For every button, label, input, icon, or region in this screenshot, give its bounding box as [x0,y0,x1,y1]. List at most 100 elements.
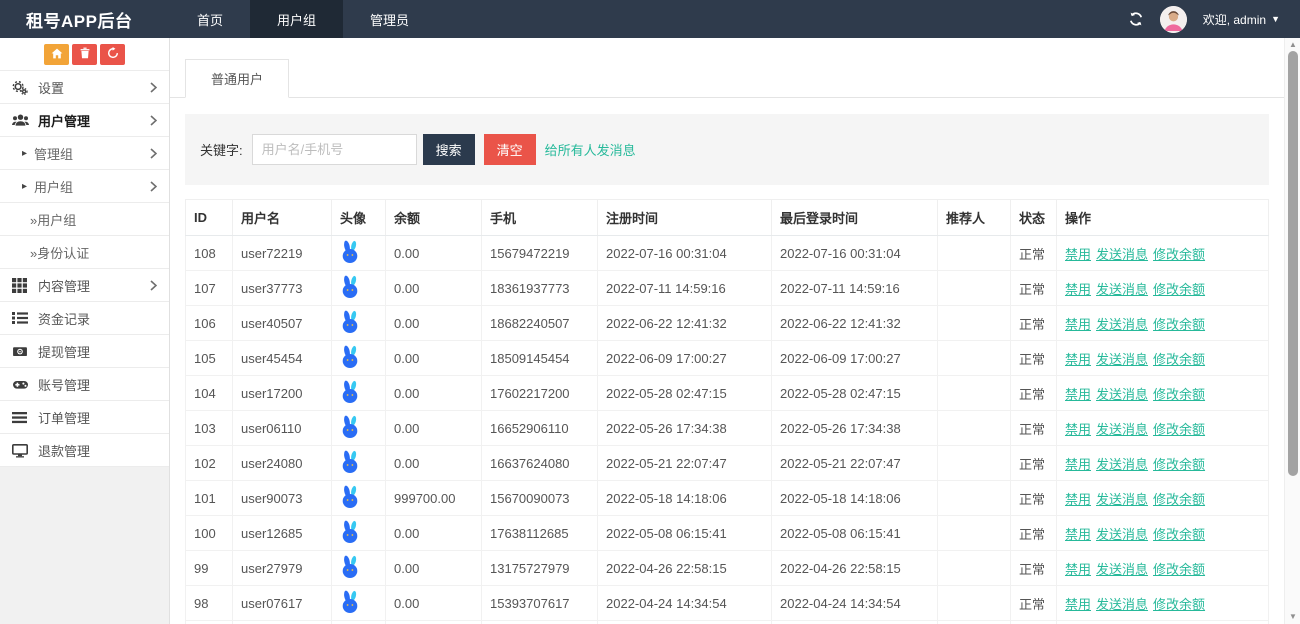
modify-balance-link[interactable]: 修改余额 [1153,457,1205,472]
sidebar-item-order-management[interactable]: 订单管理 [0,401,169,434]
disable-link[interactable]: 禁用 [1065,282,1091,297]
send-message-link[interactable]: 发送消息 [1096,457,1148,472]
referrer-cell [938,236,1011,271]
recycle-button[interactable] [100,44,125,65]
sidebar-item-admin-group[interactable]: ▸管理组 [0,137,169,170]
broadcast-message-link[interactable]: 给所有人发消息 [545,140,636,159]
sidebar-item-withdrawal-management[interactable]: 提现管理 [0,335,169,368]
phone-cell: 15393707617 [482,586,598,621]
status-cell: 正常 [1011,446,1057,481]
username-cell: user24080 [233,446,332,481]
disable-link[interactable]: 禁用 [1065,247,1091,262]
disable-link[interactable]: 禁用 [1065,597,1091,612]
id-cell: 106 [186,306,233,341]
search-button[interactable]: 搜索 [423,134,475,165]
modify-balance-link[interactable]: 修改余额 [1153,317,1205,332]
reg-time-cell: 2022-06-09 17:00:27 [598,341,772,376]
reg-time-cell: 2022-07-16 00:31:04 [598,236,772,271]
actions-cell: 禁用发送消息修改余额 [1057,411,1269,446]
trash-icon [79,47,91,62]
disable-link[interactable]: 禁用 [1065,562,1091,577]
bunny-avatar-icon [340,601,360,616]
username-cell: user72219 [233,236,332,271]
modify-balance-link[interactable]: 修改余额 [1153,562,1205,577]
modify-balance-link[interactable]: 修改余额 [1153,422,1205,437]
user-avatar[interactable] [1160,6,1187,33]
keyword-input[interactable] [252,134,417,165]
modify-balance-link[interactable]: 修改余额 [1153,492,1205,507]
last-login-cell: 2022-06-09 17:00:27 [772,341,938,376]
nav-tab-user-group[interactable]: 用户组 [250,0,343,38]
sidebar-item-funds-record[interactable]: 资金记录 [0,302,169,335]
send-message-link[interactable]: 发送消息 [1096,387,1148,402]
sidebar-item-settings[interactable]: 设置 [0,71,169,104]
home-button[interactable] [44,44,69,65]
column-header: 推荐人 [938,200,1011,236]
scrollbar-thumb[interactable] [1288,51,1298,476]
referrer-cell [938,481,1011,516]
referrer-cell [938,341,1011,376]
modify-balance-link[interactable]: 修改余额 [1153,352,1205,367]
status-cell: 正常 [1011,306,1057,341]
disable-link[interactable]: 禁用 [1065,527,1091,542]
modify-balance-link[interactable]: 修改余额 [1153,247,1205,262]
id-cell: 108 [186,236,233,271]
bunny-avatar-icon [340,321,360,336]
send-message-link[interactable]: 发送消息 [1096,282,1148,297]
top-navbar: 租号APP后台 首页 用户组 管理员 欢迎, admin ▼ [0,0,1300,38]
send-message-link[interactable]: 发送消息 [1096,492,1148,507]
avatar-cell [332,481,386,516]
disable-link[interactable]: 禁用 [1065,457,1091,472]
trash-button[interactable] [72,44,97,65]
disable-link[interactable]: 禁用 [1065,352,1091,367]
username-cell: user06110 [233,411,332,446]
money-icon [12,344,29,359]
refresh-icon[interactable] [1128,11,1144,27]
balance-cell: 0.00 [386,271,482,306]
table-row: 106user405070.00186822405072022-06-22 12… [186,306,1269,341]
brand-title[interactable]: 租号APP后台 [0,0,170,38]
phone-cell: 16637624080 [482,446,598,481]
nav-tab-admin[interactable]: 管理员 [343,0,436,38]
scroll-down-arrow[interactable]: ▼ [1285,610,1300,622]
sidebar-item-identity-auth[interactable]: »身份认证 [0,236,169,269]
recycle-icon [107,47,119,62]
tab-normal-users[interactable]: 普通用户 [185,59,289,98]
bars-icon [12,411,29,424]
username-cell: user27979 [233,551,332,586]
disable-link[interactable]: 禁用 [1065,422,1091,437]
balance-cell: 0.00 [386,551,482,586]
send-message-link[interactable]: 发送消息 [1096,597,1148,612]
send-message-link[interactable]: 发送消息 [1096,352,1148,367]
send-message-link[interactable]: 发送消息 [1096,527,1148,542]
scroll-up-arrow[interactable]: ▲ [1285,38,1300,50]
column-header: 注册时间 [598,200,772,236]
clear-button[interactable]: 清空 [484,134,536,165]
reg-time-cell: 2022-04-24 14:34:54 [598,586,772,621]
modify-balance-link[interactable]: 修改余额 [1153,597,1205,612]
reg-time-cell: 2022-04-26 22:58:15 [598,551,772,586]
disable-link[interactable]: 禁用 [1065,387,1091,402]
send-message-link[interactable]: 发送消息 [1096,247,1148,262]
sidebar-item-refund-management[interactable]: 退款管理 [0,434,169,467]
send-message-link[interactable]: 发送消息 [1096,422,1148,437]
sidebar-item-label: »身份认证 [30,243,89,262]
send-message-link[interactable]: 发送消息 [1096,562,1148,577]
reg-time-cell: 2022-05-08 06:15:41 [598,516,772,551]
nav-tab-home[interactable]: 首页 [170,0,250,38]
send-message-link[interactable]: 发送消息 [1096,317,1148,332]
sidebar-item-user-management[interactable]: 用户管理 [0,104,169,137]
username-cell: user17200 [233,376,332,411]
sidebar-item-account-management[interactable]: 账号管理 [0,368,169,401]
sidebar-item-content-management[interactable]: 内容管理 [0,269,169,302]
disable-link[interactable]: 禁用 [1065,317,1091,332]
modify-balance-link[interactable]: 修改余额 [1153,282,1205,297]
modify-balance-link[interactable]: 修改余额 [1153,387,1205,402]
sidebar-item-user-group[interactable]: ▸用户组 [0,170,169,203]
user-dropdown[interactable]: 欢迎, admin ▼ [1203,11,1280,28]
modify-balance-link[interactable]: 修改余额 [1153,527,1205,542]
avatar-cell [332,411,386,446]
sidebar-item-user-group-sub[interactable]: »用户组 [0,203,169,236]
balance-cell: 999700.00 [386,481,482,516]
disable-link[interactable]: 禁用 [1065,492,1091,507]
